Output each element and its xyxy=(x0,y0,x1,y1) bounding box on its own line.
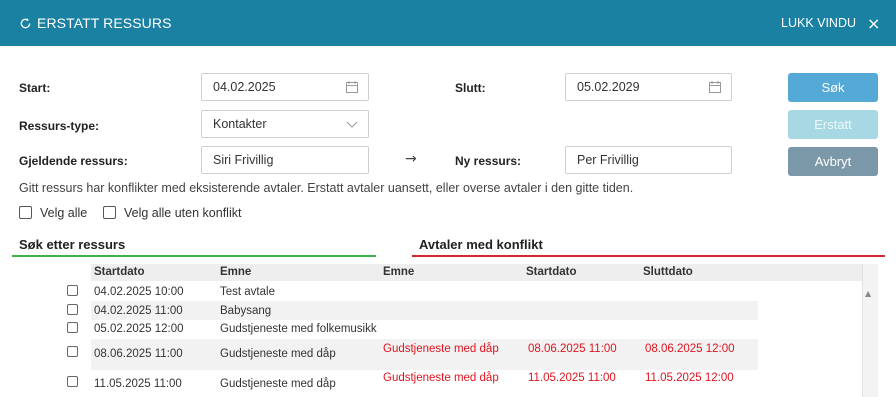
row-start-date: 04.02.2025 10:00 xyxy=(94,286,184,298)
row-start-date: 11.05.2025 11:00 xyxy=(94,378,182,390)
dialog-title-text: ERSTATT RESSURS xyxy=(37,15,172,31)
new-resource-label: Ny ressurs: xyxy=(455,154,522,168)
scroll-up-arrow-icon[interactable]: ▲ xyxy=(865,289,871,298)
end-date-value: 05.02.2029 xyxy=(577,80,640,94)
column-header-emne: Emne xyxy=(220,266,252,278)
table-row-stripe xyxy=(91,301,758,320)
row-checkbox[interactable] xyxy=(67,304,78,315)
end-date-field[interactable]: 05.02.2029 xyxy=(565,73,732,101)
conflict-info-text: Gitt ressurs har konflikter med eksister… xyxy=(19,181,634,195)
search-resource-divider xyxy=(12,255,376,257)
current-resource-value: Siri Frivillig xyxy=(213,153,274,167)
row-checkbox[interactable] xyxy=(67,346,78,357)
refresh-icon xyxy=(20,17,31,28)
row-start-date: 04.02.2025 11:00 xyxy=(94,305,183,317)
new-resource-value: Per Frivillig xyxy=(577,153,639,167)
row-conflict-end: 08.06.2025 12:00 xyxy=(645,343,735,355)
replace-button[interactable]: Erstatt xyxy=(788,110,878,139)
row-subject: Gudstjeneste med dåp xyxy=(220,348,336,360)
current-resource-label: Gjeldende ressurs: xyxy=(19,154,128,168)
row-start-date: 05.02.2025 12:00 xyxy=(94,323,184,335)
select-all-checkbox[interactable] xyxy=(19,206,32,219)
row-subject: Test avtale xyxy=(220,286,275,298)
dialog-title: ERSTATT RESSURS xyxy=(19,15,172,31)
search-resource-heading: Søk etter ressurs xyxy=(19,237,126,252)
cancel-button[interactable]: Avbryt xyxy=(788,147,878,176)
chevron-down-icon xyxy=(346,121,358,128)
select-all-label[interactable]: Velg alle xyxy=(40,206,87,220)
row-subject: Gudstjeneste med folkemusikk xyxy=(220,323,377,335)
row-subject: Gudstjeneste med dåp xyxy=(220,378,336,390)
column-header-startdato: Startdato xyxy=(94,266,145,278)
start-label: Start: xyxy=(19,81,51,95)
dialog-header: ERSTATT RESSURS LUKK VINDU × xyxy=(0,0,896,46)
select-all-no-conflict-label[interactable]: Velg alle uten konflikt xyxy=(124,206,241,220)
column-header-conflict-emne: Emne xyxy=(383,266,415,278)
row-start-date: 08.06.2025 11:00 xyxy=(94,348,183,360)
conflicts-heading: Avtaler med konflikt xyxy=(419,237,543,252)
close-icon[interactable]: × xyxy=(867,14,880,33)
end-label: Slutt: xyxy=(455,81,486,95)
table-header xyxy=(91,264,862,281)
row-checkbox[interactable] xyxy=(67,285,78,296)
table-scrollbar[interactable] xyxy=(862,264,878,397)
row-conflict-subject: Gudstjeneste med dåp xyxy=(383,343,499,355)
resource-type-label: Ressurs-type: xyxy=(19,119,100,133)
search-button[interactable]: Søk xyxy=(788,73,878,102)
start-date-field[interactable]: 04.02.2025 xyxy=(201,73,369,101)
select-all-no-conflict-checkbox[interactable] xyxy=(103,206,116,219)
row-checkbox[interactable] xyxy=(67,376,78,387)
calendar-icon[interactable] xyxy=(346,81,358,93)
start-date-value: 04.02.2025 xyxy=(213,80,276,94)
close-window-button[interactable]: LUKK VINDU xyxy=(781,16,856,30)
row-conflict-subject: Gudstjeneste med dåp xyxy=(383,372,499,384)
resource-type-value: Kontakter xyxy=(213,117,267,131)
conflicts-divider xyxy=(412,255,885,257)
row-conflict-start: 11.05.2025 11:00 xyxy=(528,372,616,384)
row-checkbox[interactable] xyxy=(67,322,78,333)
row-conflict-start: 08.06.2025 11:00 xyxy=(528,343,617,355)
arrow-right-icon: → xyxy=(405,151,417,167)
calendar-icon[interactable] xyxy=(709,81,721,93)
row-subject: Babysang xyxy=(220,305,272,317)
column-header-conflict-startdato: Startdato xyxy=(526,266,577,278)
row-conflict-end: 11.05.2025 12:00 xyxy=(645,372,734,384)
new-resource-field[interactable]: Per Frivillig xyxy=(565,146,732,174)
current-resource-field[interactable]: Siri Frivillig xyxy=(201,146,369,174)
column-header-conflict-sluttdato: Sluttdato xyxy=(643,266,693,278)
resource-type-select[interactable]: Kontakter xyxy=(201,110,369,138)
